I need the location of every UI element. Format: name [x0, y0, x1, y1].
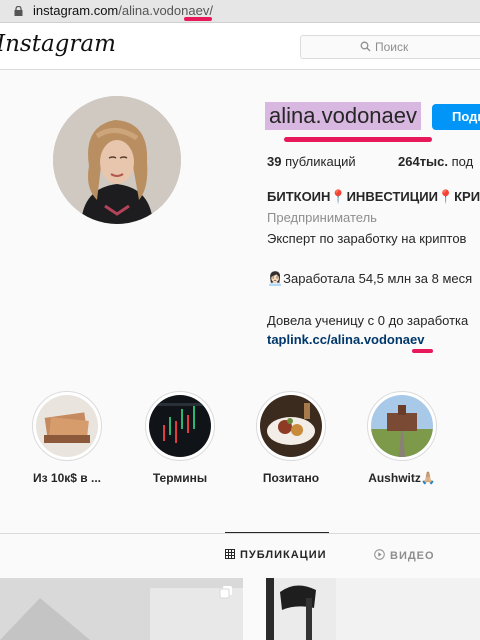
highlight-ring [145, 391, 215, 461]
bio-text: 👩🏻‍💼Заработала 54,5 млн за 8 меся [267, 271, 473, 286]
annotation-underline [184, 17, 212, 21]
tab-publications[interactable]: ПУБЛИКАЦИИ [225, 549, 327, 561]
url-path: /alina.vodonaev/ [118, 3, 213, 18]
tab-video-label: ВИДЕО [390, 550, 435, 562]
railway-highlight-icon [371, 395, 433, 457]
highlight-item[interactable]: Термины [140, 391, 220, 485]
post-thumbnail[interactable] [0, 578, 243, 640]
bio-text: Эксперт по заработку на криптов [267, 231, 467, 246]
active-tab-indicator [225, 532, 329, 533]
highlight-label: Aushwitz🙏🏼 [368, 471, 436, 485]
bio-full-name: БИТКОИН📍ИНВЕСТИЦИИ📍КРИ [267, 189, 480, 204]
search-placeholder: Поиск [375, 40, 409, 54]
highlight-label: Термины [152, 471, 208, 485]
highlight-label: Позитано [262, 471, 320, 485]
bio-text: Довела ученицу с 0 до заработка [267, 313, 469, 328]
highlight-item[interactable]: Из 10к$ в ... [27, 391, 107, 485]
annotation-underline [284, 137, 432, 142]
highlight-ring [367, 391, 437, 461]
food-highlight-icon [260, 395, 322, 457]
annotation-underline [412, 349, 433, 353]
post-thumbnail[interactable] [266, 578, 480, 640]
grid-icon [225, 549, 235, 559]
url-host: instagram.com [33, 3, 119, 18]
search-input[interactable]: Поиск [300, 35, 480, 59]
post-image [266, 578, 480, 640]
lock-icon [14, 6, 23, 16]
highlight-item[interactable]: Позитано [251, 391, 331, 485]
tab-publications-label: ПУБЛИКАЦИИ [240, 549, 327, 561]
browser-url-bar[interactable]: instagram.com/alina.vodonaev/ [0, 0, 480, 23]
profile-stats: 39 публикаций 264тыс. под [267, 154, 473, 169]
follow-button[interactable]: Подп [432, 104, 480, 130]
instagram-header: Instagram Поиск [0, 23, 480, 70]
instagram-logo[interactable]: Instagram [0, 31, 116, 57]
posts-stat[interactable]: 39 публикаций [267, 154, 356, 169]
play-icon [374, 549, 385, 560]
followers-stat[interactable]: 264тыс. под [398, 154, 473, 169]
profile-category: Предприниматель [267, 210, 377, 225]
bio-link[interactable]: taplink.cc/alina.vodonaev [267, 332, 425, 347]
tab-video[interactable]: ВИДЕО [374, 549, 435, 562]
avatar-photo [53, 96, 181, 224]
highlight-ring [256, 391, 326, 461]
chart-highlight-icon [149, 395, 211, 457]
profile-username: alina.vodonaev [265, 102, 422, 130]
profile-avatar[interactable] [53, 96, 181, 224]
highlight-label: Из 10к$ в ... [33, 471, 101, 485]
followers-label: под [451, 154, 474, 169]
search-icon [360, 41, 371, 52]
tabs-divider [0, 533, 480, 534]
posts-count: 39 [267, 154, 282, 169]
post-image [0, 578, 243, 640]
carousel-icon [219, 586, 232, 599]
followers-count: 264тыс. [398, 154, 449, 169]
money-highlight-icon [36, 395, 98, 457]
highlight-ring [32, 391, 102, 461]
posts-label: публикаций [285, 154, 356, 169]
highlight-item[interactable]: Aushwitz🙏🏼 [362, 391, 442, 485]
